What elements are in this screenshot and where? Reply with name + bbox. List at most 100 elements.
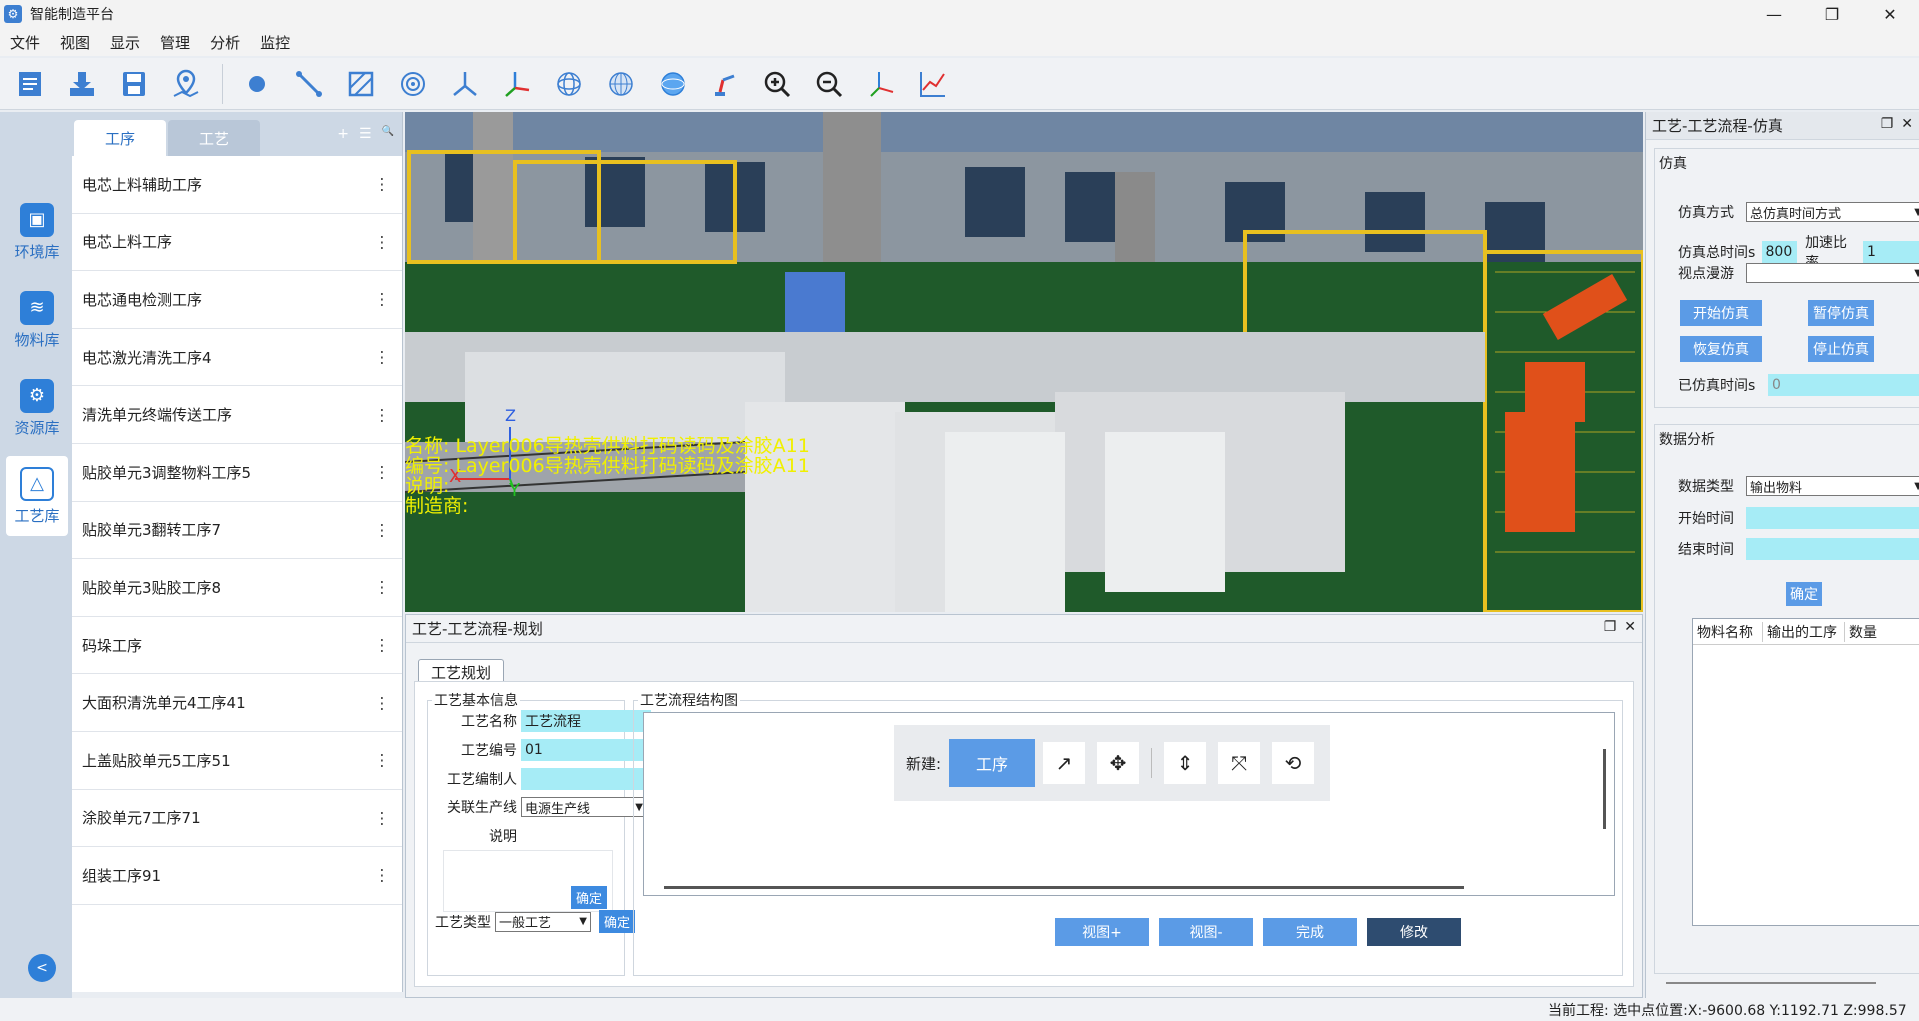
total-time-field[interactable]: 800 xyxy=(1761,241,1798,263)
menu-file[interactable]: 文件 xyxy=(10,32,40,53)
move-icon[interactable]: ✥ xyxy=(1097,742,1140,784)
import-icon[interactable] xyxy=(62,64,102,104)
line-icon[interactable] xyxy=(289,64,329,104)
roam-select[interactable]: ▼ xyxy=(1746,263,1919,283)
zoom-out-icon[interactable] xyxy=(809,64,849,104)
menu-display[interactable]: 显示 xyxy=(110,32,140,53)
loop-icon[interactable]: ⟲ xyxy=(1272,742,1315,784)
point-icon[interactable] xyxy=(237,64,277,104)
list-item[interactable]: 清洗单元终端传送工序 ⋮ xyxy=(72,386,402,444)
menu-manage[interactable]: 管理 xyxy=(160,32,190,53)
menu-analysis[interactable]: 分析 xyxy=(210,32,240,53)
axis-y-icon[interactable] xyxy=(445,64,485,104)
menu-monitor[interactable]: 监控 xyxy=(260,32,290,53)
zoom-in-icon[interactable] xyxy=(757,64,797,104)
3d-viewport[interactable]: X Z Y 名称: Layer006导热壳供料打码读码及涂胶A11 编号: La… xyxy=(405,112,1643,612)
tab-process-step[interactable]: 工序 xyxy=(74,120,166,156)
done-button[interactable]: 完成 xyxy=(1263,918,1357,946)
save-icon[interactable] xyxy=(114,64,154,104)
name-field[interactable]: 工艺流程 xyxy=(521,710,651,732)
arrow-icon[interactable]: ↗ xyxy=(1043,742,1086,784)
more-options-icon[interactable]: ⋮ xyxy=(374,808,390,827)
float-icon[interactable]: ❐ xyxy=(1881,116,1894,132)
start-simulation-button[interactable]: 开始仿真 xyxy=(1680,300,1762,326)
vertical-scrollbar[interactable] xyxy=(1603,749,1606,829)
collapse-icon[interactable]: < xyxy=(28,954,56,982)
list-item[interactable]: 大面积清洗单元4工序41 ⋮ xyxy=(72,674,402,732)
nav-process[interactable]: △ 工艺库 xyxy=(6,456,68,536)
list-item[interactable]: 上盖贴胶单元5工序51 ⋮ xyxy=(72,732,402,790)
nav-resource[interactable]: ⚙ 资源库 xyxy=(6,368,68,448)
more-options-icon[interactable]: ⋮ xyxy=(374,520,390,539)
more-options-icon[interactable]: ⋮ xyxy=(374,175,390,194)
search-icon[interactable]: 🔍 xyxy=(382,126,394,142)
list-item[interactable]: 涂胶单元7工序71 ⋮ xyxy=(72,790,402,848)
sphere-grid-icon[interactable] xyxy=(601,64,641,104)
list-item[interactable]: 电芯激光清洗工序4 ⋮ xyxy=(72,329,402,387)
more-options-icon[interactable]: ⋮ xyxy=(374,348,390,367)
data-type-select[interactable]: 输出物料▼ xyxy=(1746,476,1919,496)
pause-simulation-button[interactable]: 暂停仿真 xyxy=(1808,300,1874,326)
type-confirm-button[interactable]: 确定 xyxy=(599,910,636,933)
expand-move-icon[interactable]: ⤧ xyxy=(1218,742,1261,784)
flow-canvas[interactable]: 新建: 工序 ↗ ✥ ⇕ ⤧ ⟲ xyxy=(643,712,1615,896)
edit-button[interactable]: 修改 xyxy=(1367,918,1461,946)
author-field[interactable] xyxy=(521,768,651,790)
ratio-field[interactable]: 1 xyxy=(1863,241,1919,263)
robot-arm-icon[interactable] xyxy=(705,64,745,104)
more-options-icon[interactable]: ⋮ xyxy=(374,290,390,309)
add-icon[interactable]: + xyxy=(337,126,349,142)
list-item[interactable]: 组装工序91 ⋮ xyxy=(72,847,402,905)
circle-target-icon[interactable] xyxy=(393,64,433,104)
more-options-icon[interactable]: ⋮ xyxy=(374,463,390,482)
analysis-confirm-button[interactable]: 确定 xyxy=(1786,582,1822,606)
type-select[interactable]: 一般工艺 ▼ xyxy=(495,911,591,932)
list-item[interactable]: 贴胶单元3翻转工序7 ⋮ xyxy=(72,502,402,560)
close-icon[interactable]: ✕ xyxy=(1901,116,1913,132)
minimize-button[interactable]: — xyxy=(1745,0,1803,28)
vertical-resize-icon[interactable]: ⇕ xyxy=(1164,742,1207,784)
list-item[interactable]: 电芯通电检测工序 ⋮ xyxy=(72,271,402,329)
menu-view[interactable]: 视图 xyxy=(60,32,90,53)
more-options-icon[interactable]: ⋮ xyxy=(374,693,390,712)
view-minus-button[interactable]: 视图- xyxy=(1159,918,1253,946)
list-item[interactable]: 电芯上料工序 ⋮ xyxy=(72,214,402,272)
hatch-icon[interactable] xyxy=(341,64,381,104)
start-time-field[interactable] xyxy=(1746,507,1919,529)
more-options-icon[interactable]: ⋮ xyxy=(374,636,390,655)
view-plus-button[interactable]: 视图+ xyxy=(1055,918,1149,946)
list-item[interactable]: 电芯上料辅助工序 ⋮ xyxy=(72,156,402,214)
restore-button[interactable]: ❐ xyxy=(1803,0,1861,28)
horizontal-scrollbar[interactable] xyxy=(664,886,1464,889)
close-button[interactable]: ✕ xyxy=(1861,0,1919,28)
open-file-icon[interactable] xyxy=(10,64,50,104)
axes-icon[interactable] xyxy=(861,64,901,104)
mode-select[interactable]: 总仿真时间方式▼ xyxy=(1746,202,1919,222)
stop-simulation-button[interactable]: 停止仿真 xyxy=(1808,336,1874,362)
list-item[interactable]: 码垛工序 ⋮ xyxy=(72,617,402,675)
more-options-icon[interactable]: ⋮ xyxy=(374,751,390,770)
axis-xyz-icon[interactable] xyxy=(497,64,537,104)
more-options-icon[interactable]: ⋮ xyxy=(374,866,390,885)
resume-simulation-button[interactable]: 恢复仿真 xyxy=(1680,336,1762,362)
nav-environment[interactable]: ▣ 环境库 xyxy=(6,192,68,272)
more-options-icon[interactable]: ⋮ xyxy=(374,405,390,424)
code-field[interactable]: 01 xyxy=(521,739,651,761)
list-icon[interactable]: ☰ xyxy=(359,126,372,142)
map-pin-icon[interactable] xyxy=(166,64,206,104)
float-icon[interactable]: ❐ xyxy=(1604,619,1617,635)
sphere-wire-icon[interactable] xyxy=(549,64,589,104)
nav-material[interactable]: ≋ 物料库 xyxy=(6,280,68,360)
sphere-blue-icon[interactable] xyxy=(653,64,693,104)
more-options-icon[interactable]: ⋮ xyxy=(374,578,390,597)
chart-line-icon[interactable] xyxy=(913,64,953,104)
close-icon[interactable]: ✕ xyxy=(1624,619,1636,635)
end-time-field[interactable] xyxy=(1746,538,1919,560)
list-item[interactable]: 贴胶单元3贴胶工序8 ⋮ xyxy=(72,559,402,617)
list-item[interactable]: 贴胶单元3调整物料工序5 ⋮ xyxy=(72,444,402,502)
more-options-icon[interactable]: ⋮ xyxy=(374,232,390,251)
line-select[interactable]: 电源生产线 ▼ xyxy=(521,797,647,817)
horizontal-scrollbar[interactable] xyxy=(1666,982,1876,984)
new-process-button[interactable]: 工序 xyxy=(949,739,1036,787)
desc-confirm-button[interactable]: 确定 xyxy=(571,886,608,909)
